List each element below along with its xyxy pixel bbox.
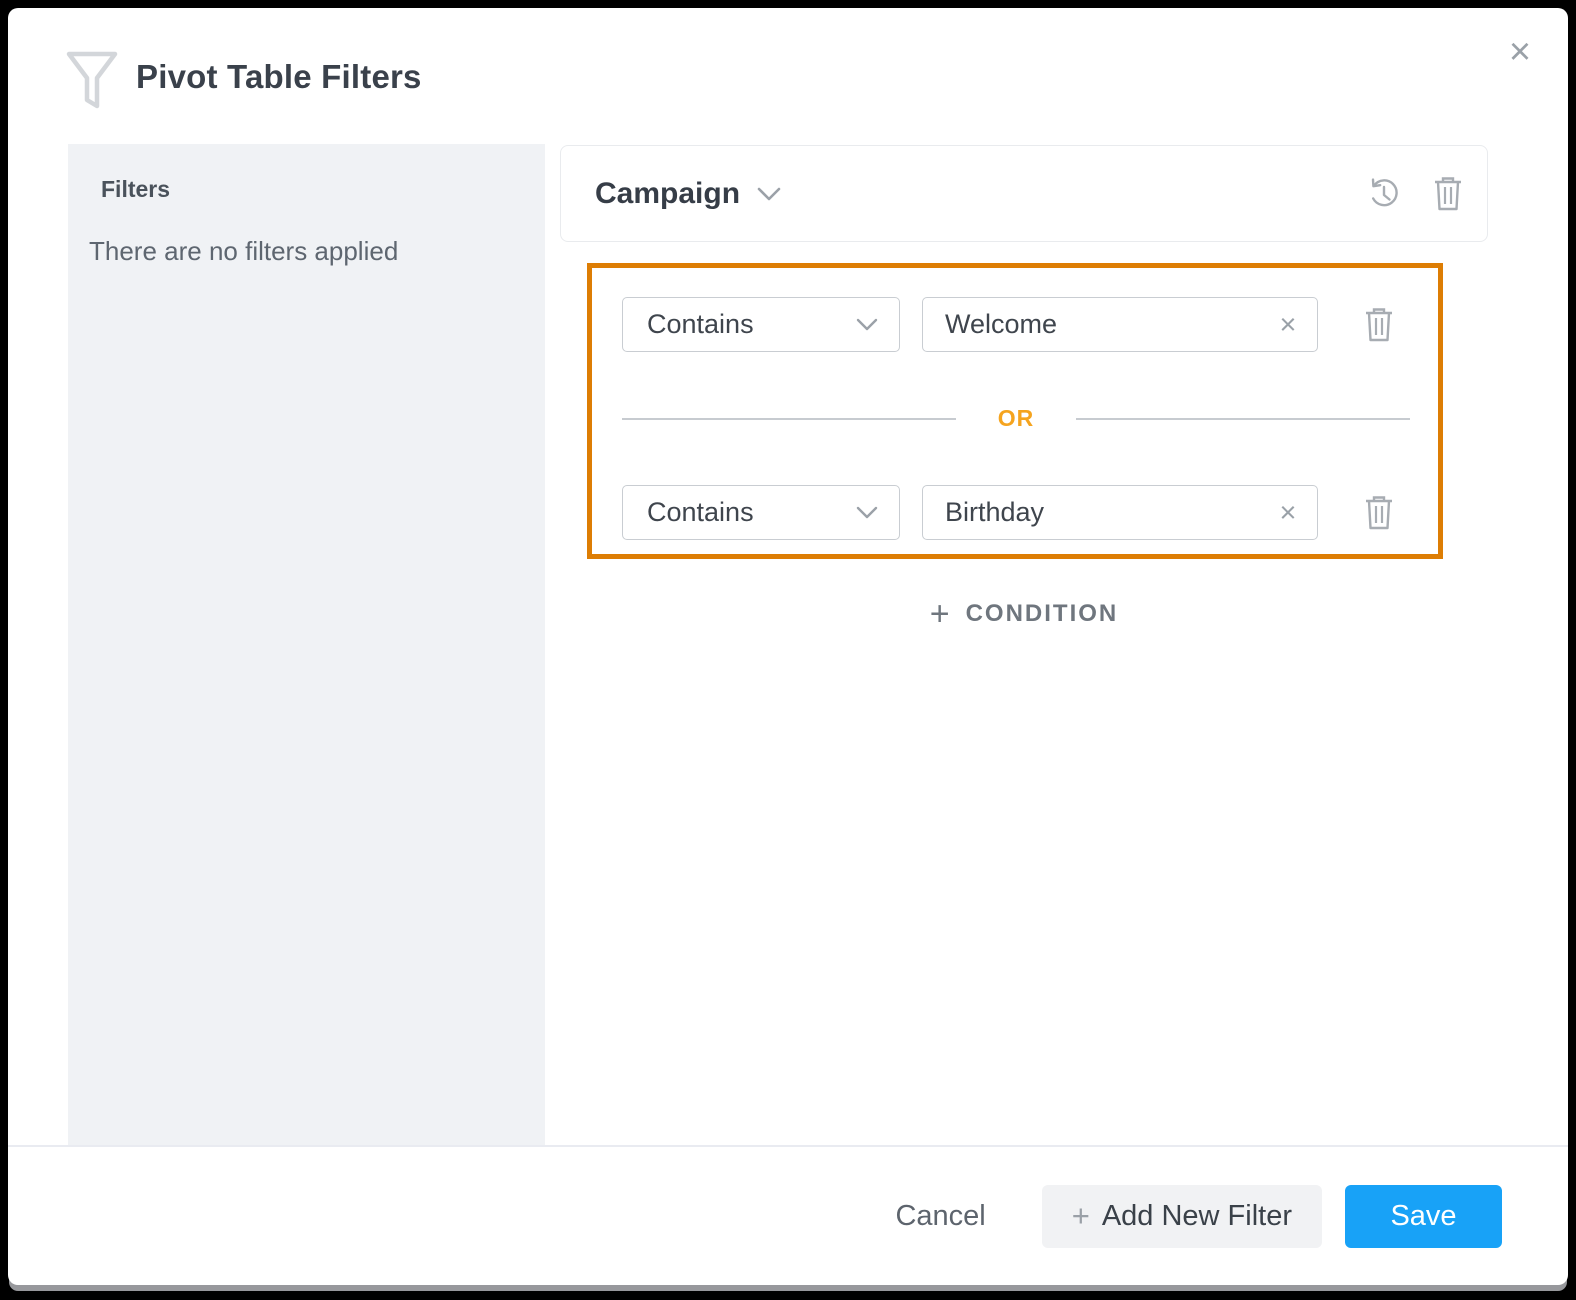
field-selector-dropdown[interactable]: Campaign (595, 177, 782, 211)
sidebar-title: Filters (101, 176, 171, 202)
condition-value-input[interactable] (922, 297, 1318, 352)
filter-funnel-icon (64, 48, 120, 116)
delete-condition-trash-icon[interactable] (1364, 495, 1394, 531)
operator-select[interactable]: Contains (622, 297, 900, 352)
cancel-button[interactable]: Cancel (895, 1200, 985, 1233)
chevron-down-icon (756, 186, 782, 202)
add-condition-button[interactable]: + CONDITION (929, 595, 1119, 633)
filter-editor: Campaign Contains Welcome × OR Contains … (560, 145, 1488, 633)
divider-line (1076, 417, 1410, 420)
field-name-label: Campaign (595, 176, 741, 210)
add-condition-label: CONDITION (965, 600, 1119, 627)
field-panel: Campaign (560, 145, 1488, 242)
condition-row: Contains × (622, 297, 1410, 352)
value-field-wrap: × (922, 485, 1318, 540)
add-new-filter-button[interactable]: + Add New Filter (1041, 1184, 1322, 1248)
condition-group-highlight: Contains × (587, 263, 1443, 559)
delete-filter-trash-icon[interactable] (1433, 176, 1463, 212)
pivot-table-filters-dialog: Pivot Table Filters × Filters There are … (8, 8, 1568, 1285)
clear-value-icon[interactable]: × (1270, 495, 1306, 531)
operator-label: Contains (647, 309, 754, 339)
footer: Cancel + Add New Filter Save (8, 1147, 1568, 1285)
value-field-wrap: × (922, 297, 1318, 352)
conjunction-label: OR (997, 405, 1035, 431)
sidebar-empty-message: There are no filters applied (89, 236, 399, 266)
plus-icon: + (929, 595, 950, 633)
operator-label: Contains (647, 497, 754, 527)
chevron-down-icon (855, 505, 879, 520)
chevron-down-icon (855, 317, 879, 332)
reset-history-icon[interactable] (1367, 177, 1401, 211)
add-new-filter-label: Add New Filter (1101, 1199, 1292, 1232)
operator-select[interactable]: Contains (622, 485, 900, 540)
save-button[interactable]: Save (1345, 1184, 1502, 1248)
divider-line (622, 417, 956, 420)
condition-row: Contains × (622, 485, 1410, 540)
clear-value-icon[interactable]: × (1270, 307, 1306, 343)
conjunction-divider: OR (622, 352, 1410, 485)
condition-value-input[interactable] (922, 485, 1318, 540)
plus-icon: + (1071, 1198, 1090, 1233)
delete-condition-trash-icon[interactable] (1364, 307, 1394, 343)
close-icon[interactable]: × (1498, 30, 1542, 74)
dialog-title: Pivot Table Filters (136, 58, 422, 95)
filters-sidebar: Filters There are no filters applied (68, 144, 545, 1145)
